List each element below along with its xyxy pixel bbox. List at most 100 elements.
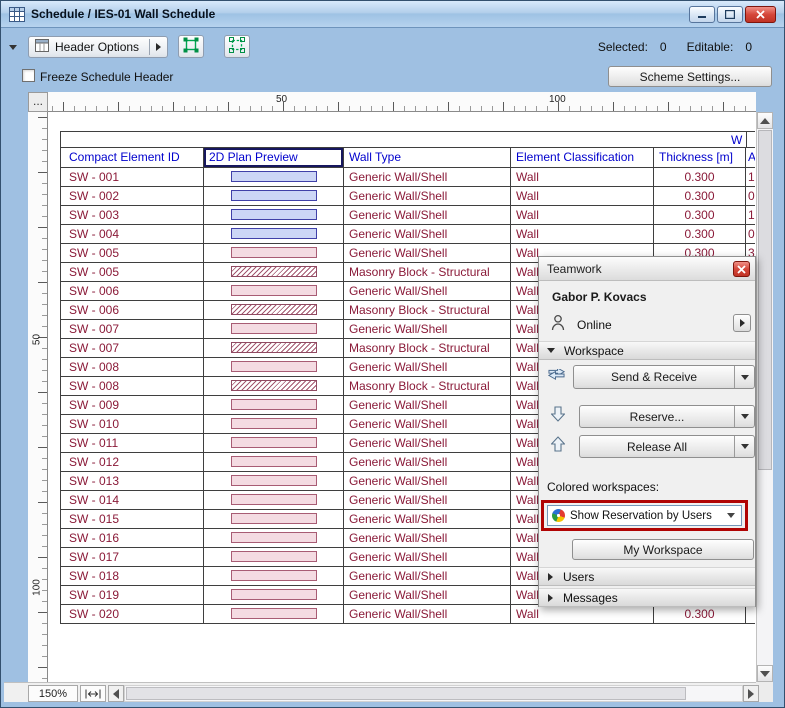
reservation-mode-select[interactable]: Show Reservation by Users (547, 505, 742, 526)
cell-classification[interactable]: Wall (511, 187, 654, 206)
col-header-thickness[interactable]: Thickness [m] (654, 148, 746, 167)
cell-thickness[interactable]: 0.300 (654, 225, 746, 244)
status-details-button[interactable] (733, 314, 751, 332)
scroll-right-button[interactable] (743, 685, 759, 702)
cell-wall-type[interactable]: Generic Wall/Shell (344, 187, 511, 206)
scheme-settings-button[interactable]: Scheme Settings... (608, 66, 772, 87)
cell-wall-type[interactable]: Generic Wall/Shell (344, 168, 511, 187)
cell-element-id[interactable]: SW - 019 (61, 586, 204, 605)
cell-wall-type[interactable]: Masonry Block - Structural (344, 377, 511, 396)
release-all-button[interactable]: Release All (579, 435, 755, 458)
reserve-button[interactable]: Reserve... (579, 405, 755, 428)
cell-classification[interactable]: Wall (511, 206, 654, 225)
cell-plan-preview[interactable] (204, 510, 344, 529)
cell-wall-type[interactable]: Generic Wall/Shell (344, 491, 511, 510)
minimize-button[interactable] (689, 6, 715, 23)
cell-wall-type[interactable]: Generic Wall/Shell (344, 586, 511, 605)
scroll-down-button[interactable] (757, 665, 773, 682)
table-row[interactable]: SW - 001 Generic Wall/Shell Wall 0.300 1 (61, 168, 755, 187)
cell-plan-preview[interactable] (204, 244, 344, 263)
cell-wall-type[interactable]: Masonry Block - Structural (344, 301, 511, 320)
cell-plan-preview[interactable] (204, 529, 344, 548)
col-header-wall-type[interactable]: Wall Type (344, 148, 511, 167)
horizontal-scroll-thumb[interactable] (126, 687, 686, 700)
header-options-button[interactable]: Header Options (28, 36, 168, 58)
cell-plan-preview[interactable] (204, 168, 344, 187)
close-button[interactable] (745, 6, 776, 23)
cell-element-id[interactable]: SW - 009 (61, 396, 204, 415)
cell-thickness[interactable]: 0.300 (654, 168, 746, 187)
palette-close-button[interactable] (733, 261, 750, 277)
cell-plan-preview[interactable] (204, 339, 344, 358)
cell-plan-preview[interactable] (204, 377, 344, 396)
cell-element-id[interactable]: SW - 006 (61, 301, 204, 320)
cell-wall-type[interactable]: Generic Wall/Shell (344, 225, 511, 244)
cell-plan-preview[interactable] (204, 187, 344, 206)
horizontal-ruler[interactable]: 50 100 (48, 92, 756, 112)
col-header-element-id[interactable]: Compact Element ID (61, 148, 204, 167)
cell-wall-type[interactable]: Generic Wall/Shell (344, 244, 511, 263)
cell-element-id[interactable]: SW - 007 (61, 320, 204, 339)
cell-plan-preview[interactable] (204, 206, 344, 225)
cell-wall-type[interactable]: Masonry Block - Structural (344, 263, 511, 282)
frame-tool-button[interactable] (178, 35, 204, 58)
cell-element-id[interactable]: SW - 010 (61, 415, 204, 434)
fit-width-button[interactable] (80, 685, 106, 702)
cell-plan-preview[interactable] (204, 586, 344, 605)
cell-wall-type[interactable]: Generic Wall/Shell (344, 548, 511, 567)
cell-element-id[interactable]: SW - 018 (61, 567, 204, 586)
send-receive-button[interactable]: Send & Receive (573, 365, 755, 389)
release-all-dropdown[interactable] (734, 436, 754, 457)
cell-plan-preview[interactable] (204, 282, 344, 301)
cell-plan-preview[interactable] (204, 434, 344, 453)
table-row[interactable]: SW - 002 Generic Wall/Shell Wall 0.300 0 (61, 187, 755, 206)
cell-classification[interactable]: Wall (511, 225, 654, 244)
cell-classification[interactable]: Wall (511, 168, 654, 187)
cell-element-id[interactable]: SW - 005 (61, 244, 204, 263)
cell-plan-preview[interactable] (204, 567, 344, 586)
cell-element-id[interactable]: SW - 002 (61, 187, 204, 206)
cell-plan-preview[interactable] (204, 263, 344, 282)
cell-element-id[interactable]: SW - 004 (61, 225, 204, 244)
cell-element-id[interactable]: SW - 017 (61, 548, 204, 567)
cell-element-id[interactable]: SW - 012 (61, 453, 204, 472)
ruler-options-button[interactable]: ... (28, 92, 48, 112)
cell-wall-type[interactable]: Generic Wall/Shell (344, 396, 511, 415)
cell-plan-preview[interactable] (204, 320, 344, 339)
cell-plan-preview[interactable] (204, 415, 344, 434)
horizontal-scrollbar[interactable] (124, 685, 743, 702)
cell-wall-type[interactable]: Generic Wall/Shell (344, 206, 511, 225)
cell-wall-type[interactable]: Generic Wall/Shell (344, 567, 511, 586)
cell-wall-type[interactable]: Generic Wall/Shell (344, 529, 511, 548)
title-bar[interactable]: Schedule / IES-01 Wall Schedule (1, 1, 784, 28)
cell-element-id[interactable]: SW - 015 (61, 510, 204, 529)
maximize-button[interactable] (717, 6, 743, 23)
col-header-plan-preview[interactable]: 2D Plan Preview (204, 148, 344, 167)
freeze-header-checkbox[interactable] (22, 69, 35, 82)
messages-section-header[interactable]: Messages (539, 588, 755, 607)
zoom-level-control[interactable]: 150% (28, 685, 78, 702)
cell-plan-preview[interactable] (204, 605, 344, 624)
teamwork-palette-header[interactable]: Teamwork (539, 257, 755, 281)
table-row[interactable]: SW - 003 Generic Wall/Shell Wall 0.300 1 (61, 206, 755, 225)
cell-element-id[interactable]: SW - 006 (61, 282, 204, 301)
cell-wall-type[interactable]: Generic Wall/Shell (344, 510, 511, 529)
palette-flyout-icon[interactable] (9, 45, 17, 50)
table-row[interactable]: SW - 020 Generic Wall/Shell Wall 0.300 (61, 605, 755, 624)
reserve-dropdown[interactable] (734, 406, 754, 427)
cell-plan-preview[interactable] (204, 548, 344, 567)
cell-element-id[interactable]: SW - 008 (61, 358, 204, 377)
cell-element-id[interactable]: SW - 001 (61, 168, 204, 187)
cell-plan-preview[interactable] (204, 358, 344, 377)
cell-element-id[interactable]: SW - 011 (61, 434, 204, 453)
cell-plan-preview[interactable] (204, 453, 344, 472)
cell-plan-preview[interactable] (204, 396, 344, 415)
vertical-scrollbar[interactable] (756, 112, 773, 682)
cell-element-id[interactable]: SW - 007 (61, 339, 204, 358)
dashed-frame-tool-button[interactable] (224, 35, 250, 58)
cell-wall-type[interactable]: Masonry Block - Structural (344, 339, 511, 358)
my-workspace-button[interactable]: My Workspace (572, 539, 754, 560)
cell-wall-type[interactable]: Generic Wall/Shell (344, 358, 511, 377)
cell-plan-preview[interactable] (204, 225, 344, 244)
cell-plan-preview[interactable] (204, 491, 344, 510)
